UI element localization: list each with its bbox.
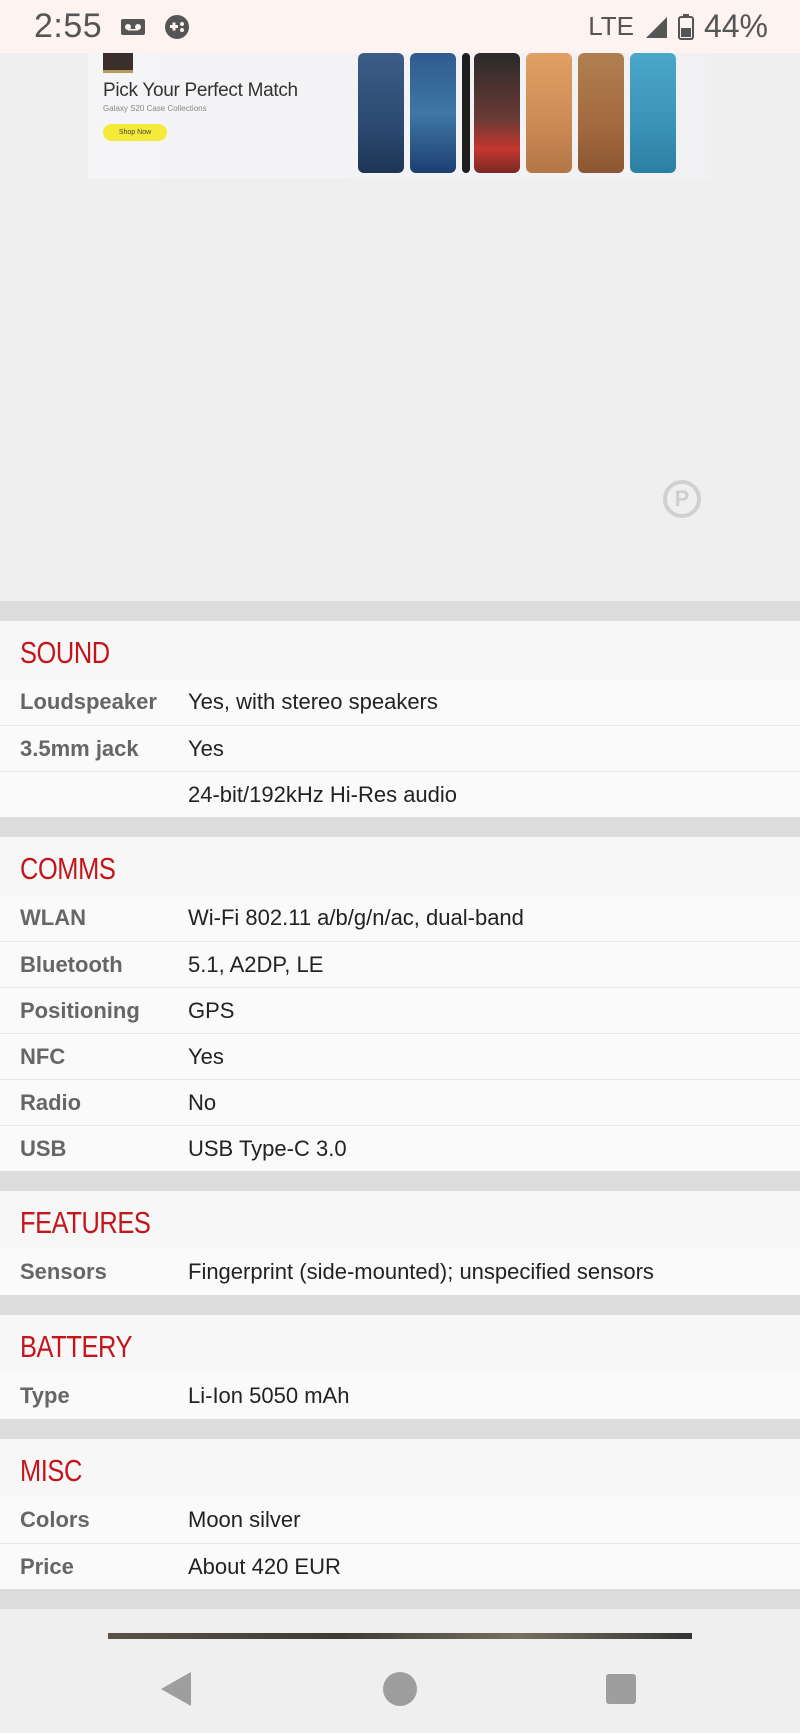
spec-rows: Type Li-Ion 5050 mAh <box>0 1373 800 1419</box>
spec-row[interactable]: Positioning GPS <box>0 987 800 1033</box>
spec-label: WLAN <box>20 905 86 930</box>
spec-row[interactable]: Loudspeaker Yes, with stereo speakers <box>0 679 800 725</box>
ad-phone-image <box>474 53 520 173</box>
spec-value: Li-Ion 5050 mAh <box>188 1383 350 1408</box>
spec-label: 3.5mm jack <box>20 735 139 761</box>
ad-subline: Galaxy S20 Case Collections <box>103 104 207 113</box>
spec-label: Bluetooth <box>20 951 123 977</box>
section-title-sound: SOUND <box>0 621 800 679</box>
spec-rows: Loudspeaker Yes, with stereo speakers 3.5m… <box>0 679 800 817</box>
recents-icon[interactable] <box>606 1674 636 1704</box>
spec-value: Yes, with stereo speakers <box>188 689 438 714</box>
spec-label: NFC <box>20 1043 66 1069</box>
ad-banner[interactable]: Pick Your Perfect Match Galaxy S20 Case … <box>88 53 711 179</box>
spec-value: Yes <box>188 735 224 761</box>
spec-sheet: SOUND Loudspeaker Yes, with stereo speaker… <box>0 601 800 1609</box>
network-type: LTE <box>588 11 634 41</box>
battery-percentage: 44% <box>703 8 768 44</box>
spec-row[interactable]: Radio No <box>0 1079 800 1125</box>
status-bar: 2:55 LTE 44% <box>0 0 800 53</box>
voicemail-icon <box>121 18 146 35</box>
spec-value: USB Type-C 3.0 <box>188 1135 347 1161</box>
ad-phone-image <box>410 53 456 173</box>
section-divider <box>0 1589 800 1609</box>
spec-row[interactable]: WLAN Wi-Fi 802.11 a/b/g/n/ac, dual-band <box>0 895 800 941</box>
battery-icon <box>677 13 694 40</box>
spec-value: Moon silver <box>188 1507 301 1532</box>
section-divider <box>0 1171 800 1191</box>
section-title-text: COMMS <box>20 851 116 886</box>
spec-row[interactable]: USB USB Type-C 3.0 <box>0 1125 800 1171</box>
spec-label: Positioning <box>20 997 140 1023</box>
spec-label: Loudspeaker <box>20 689 157 714</box>
spec-value: GPS <box>188 997 235 1023</box>
section-title-text: FEATURES <box>20 1205 151 1240</box>
spec-value: Fingerprint (side-mounted); unspecified … <box>188 1259 654 1284</box>
spec-row[interactable]: Bluetooth 5.1, A2DP, LE <box>0 941 800 987</box>
spec-value: 24-bit/192kHz Hi-Res audio <box>188 781 458 807</box>
section-title-features: FEATURES <box>0 1191 800 1249</box>
section-title-text: SOUND <box>20 635 110 670</box>
spec-row[interactable]: Price About 420 EUR <box>0 1543 800 1589</box>
spec-label: Price <box>20 1553 74 1579</box>
spec-rows: Colors Moon silver Price About 420 EUR <box>0 1497 800 1589</box>
ad-phone-image <box>578 53 624 173</box>
spec-row[interactable]: Colors Moon silver <box>0 1497 800 1543</box>
cell-signal-icon <box>645 16 667 38</box>
spec-rows: WLAN Wi-Fi 802.11 a/b/g/n/ac, dual-band Bl… <box>0 895 800 1171</box>
spec-label: USB <box>20 1135 67 1161</box>
status-time: 2:55 <box>34 7 103 45</box>
spec-value: Yes <box>188 1043 224 1069</box>
spec-row[interactable]: Type Li-Ion 5050 mAh <box>0 1373 800 1419</box>
spec-row[interactable]: 3.5mm jack Yes <box>0 725 800 771</box>
spec-value: No <box>188 1089 217 1115</box>
ad-area: Pick Your Perfect Match Galaxy S20 Case … <box>0 53 800 601</box>
back-icon[interactable] <box>161 1672 191 1706</box>
ad-choices-icon[interactable]: P <box>663 480 701 518</box>
spec-value: About 420 EUR <box>188 1553 341 1579</box>
section-title-misc: MISC <box>0 1439 800 1497</box>
spec-label: Sensors <box>20 1259 107 1284</box>
spec-label: Colors <box>20 1507 90 1532</box>
section-title-comms: COMMS <box>0 837 800 895</box>
spec-label: Type <box>20 1383 70 1408</box>
ad-phone-image <box>526 53 572 173</box>
spec-value: 5.1, A2DP, LE <box>188 951 324 977</box>
spec-row[interactable]: 24-bit/192kHz Hi-Res audio <box>0 771 800 817</box>
home-icon[interactable] <box>383 1672 417 1706</box>
ad-shop-now-button[interactable]: Shop Now <box>103 124 167 141</box>
section-title-battery: BATTERY <box>0 1315 800 1373</box>
spec-rows: Sensors Fingerprint (side-mounted); unspe… <box>0 1249 800 1295</box>
section-divider <box>0 817 800 837</box>
spec-row[interactable]: NFC Yes <box>0 1033 800 1079</box>
spec-row[interactable]: Sensors Fingerprint (side-mounted); unspe… <box>0 1249 800 1295</box>
section-divider <box>0 1419 800 1439</box>
spec-value: Wi-Fi 802.11 a/b/g/n/ac, dual-band <box>188 905 524 930</box>
ad-phone-image <box>358 53 404 173</box>
ad-headline: Pick Your Perfect Match <box>103 80 298 101</box>
ad-phone-image <box>462 53 470 173</box>
ad-logo <box>103 53 133 73</box>
section-title-text: MISC <box>20 1453 82 1488</box>
section-divider <box>0 601 800 621</box>
section-title-text: BATTERY <box>20 1329 133 1364</box>
game-controller-icon <box>165 14 190 39</box>
spec-label: Radio <box>20 1089 82 1115</box>
section-divider <box>0 1295 800 1315</box>
ad-phone-image <box>630 53 676 173</box>
